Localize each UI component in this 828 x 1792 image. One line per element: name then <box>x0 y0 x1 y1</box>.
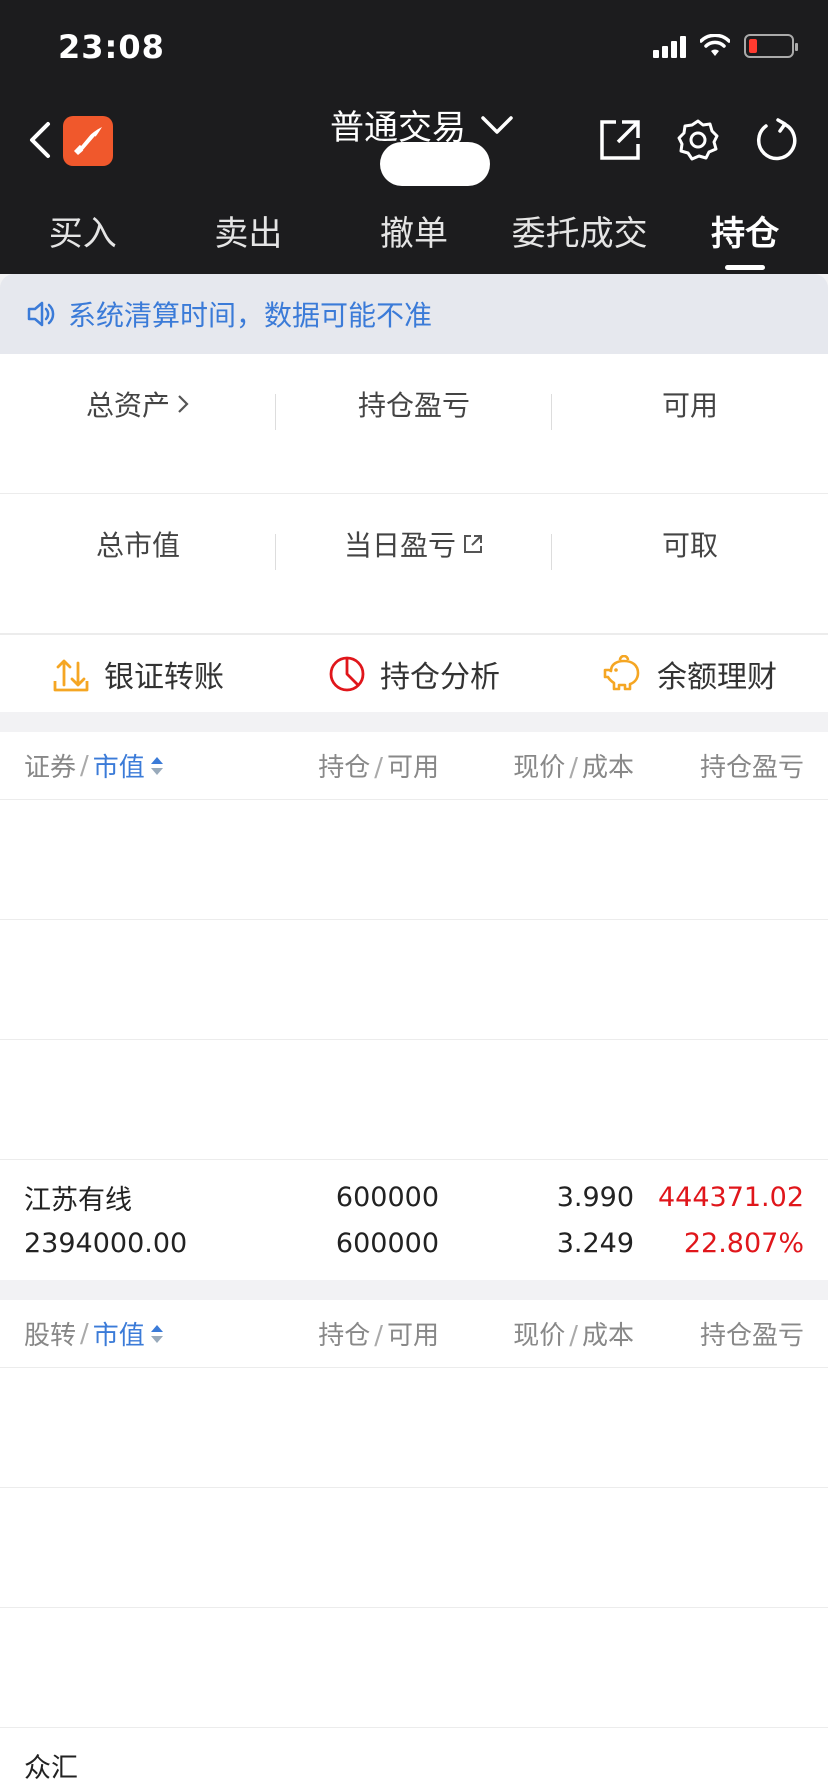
tab-buy[interactable]: 买入 <box>0 200 166 274</box>
stock-name-partial: 众汇 <box>24 1752 78 1784</box>
top-bar: 23:08 普通交易 买入 卖出 撤单 委托成交 持仓 <box>0 0 828 274</box>
header-hold: 持仓 <box>318 753 371 783</box>
external-link-icon <box>464 535 482 553</box>
header-pl: 持仓盈亏 <box>699 1321 804 1351</box>
speaker-icon <box>27 301 55 327</box>
sort-market-value-transfer[interactable]: 市值 <box>93 1315 145 1352</box>
back-arrow-icon[interactable] <box>24 118 56 162</box>
summary-row-1: 总资产 持仓盈亏 可用 <box>0 354 828 494</box>
table-row-redacted-5[interactable] <box>0 1488 828 1608</box>
account-summary: 总资产 持仓盈亏 可用 总市值 当日盈亏 可取 <box>0 354 828 634</box>
header-pl: 持仓盈亏 <box>699 753 804 783</box>
header-cost: 成本 <box>581 753 634 783</box>
quick-actions: 银证转账 持仓分析 余额理财 <box>0 634 828 712</box>
withdrawable: 可取 <box>552 494 828 633</box>
chevron-down-icon <box>481 115 513 134</box>
header-transfer: 股转 <box>24 1321 77 1351</box>
transfer-arrows-icon <box>53 659 89 691</box>
header-securities: 证券 <box>24 753 77 783</box>
refresh-icon[interactable] <box>752 116 800 164</box>
stock-cost: 3.249 <box>556 1227 634 1259</box>
piggy-bank-icon <box>603 654 640 690</box>
position-analysis-label: 持仓分析 <box>380 659 500 695</box>
table-row-redacted-2[interactable] <box>0 920 828 1040</box>
position-analysis-button[interactable]: 持仓分析 <box>276 652 552 696</box>
day-pl[interactable]: 当日盈亏 <box>276 494 552 633</box>
stock-hold: 600000 <box>335 1181 439 1213</box>
securities-holdings: 证券 / 市值 持仓 / 可用 现价 / 成本 持仓盈亏 江苏有线 600000 3.9 <box>0 732 828 1294</box>
stock-pl: 444371.02 <box>657 1181 804 1213</box>
available-label: 可用 <box>661 389 718 422</box>
trade-tabs: 买入 卖出 撤单 委托成交 持仓 <box>0 200 828 274</box>
stock-market-value: 2394000.00 <box>24 1227 188 1259</box>
transfer-table-header: 股转 / 市值 持仓 / 可用 现价 / 成本 持仓盈亏 <box>0 1300 828 1368</box>
tab-cancel[interactable]: 撤单 <box>331 200 497 274</box>
redacted-account <box>380 142 490 186</box>
header-hold: 持仓 <box>318 1321 371 1351</box>
header-price: 现价 <box>513 1321 566 1351</box>
balance-wealth-button[interactable]: 余额理财 <box>552 652 828 696</box>
share-icon[interactable] <box>596 116 644 164</box>
position-pl-label: 持仓盈亏 <box>357 389 470 422</box>
tab-sell[interactable]: 卖出 <box>166 200 332 274</box>
total-assets[interactable]: 总资产 <box>0 354 276 493</box>
chevron-right-icon <box>178 395 189 413</box>
status-indicators <box>653 34 798 58</box>
day-pl-value <box>276 590 552 620</box>
table-row-redacted-4[interactable] <box>0 1368 828 1488</box>
stock-name: 江苏有线 <box>24 1184 132 1216</box>
header-price: 现价 <box>513 753 566 783</box>
available: 可用 <box>552 354 828 493</box>
battery-icon <box>744 34 798 58</box>
stock-price: 3.990 <box>556 1181 634 1213</box>
cellular-signal-icon <box>653 34 686 58</box>
stock-pl-pct: 22.807% <box>683 1227 804 1259</box>
withdrawable-label: 可取 <box>661 529 718 562</box>
sort-arrows-icon[interactable] <box>149 755 165 777</box>
nav-actions <box>596 116 800 164</box>
tab-orders[interactable]: 委托成交 <box>497 200 663 274</box>
sort-arrows-icon[interactable] <box>149 1323 165 1345</box>
summary-row-2: 总市值 当日盈亏 可取 <box>0 494 828 634</box>
notice-text: 系统清算时间，数据可能不准 <box>68 299 433 332</box>
total-assets-label: 总资产 <box>85 389 170 422</box>
market-value: 总市值 <box>0 494 276 633</box>
market-value-value <box>0 590 276 620</box>
tab-positions[interactable]: 持仓 <box>662 200 828 274</box>
day-pl-label: 当日盈亏 <box>343 529 456 562</box>
position-pl-value <box>276 450 552 480</box>
status-time: 23:08 <box>58 28 165 66</box>
transfer-holdings: 股转 / 市值 持仓 / 可用 现价 / 成本 持仓盈亏 众汇 <box>0 1300 828 1792</box>
app-logo-icon <box>63 116 113 166</box>
system-notice: 系统清算时间，数据可能不准 <box>0 274 828 354</box>
table-row-partial[interactable]: 众汇 <box>0 1742 828 1792</box>
table-row-redacted-3[interactable] <box>0 1040 828 1160</box>
bank-transfer-label: 银证转账 <box>104 659 224 695</box>
position-pl: 持仓盈亏 <box>276 354 552 493</box>
total-assets-value <box>0 450 276 480</box>
market-value-label: 总市值 <box>95 529 180 562</box>
header-avail: 可用 <box>386 753 439 783</box>
bank-transfer-button[interactable]: 银证转账 <box>0 652 276 696</box>
balance-wealth-label: 余额理财 <box>657 659 777 695</box>
table-row-jiangsu-cable[interactable]: 江苏有线 600000 3.990 444371.02 2394000.00 6… <box>0 1174 828 1294</box>
pie-chart-icon <box>329 656 365 691</box>
stock-avail: 600000 <box>335 1227 439 1259</box>
table-row-redacted-1[interactable] <box>0 800 828 920</box>
wifi-icon <box>700 34 730 56</box>
sort-market-value[interactable]: 市值 <box>93 747 145 784</box>
securities-table-header: 证券 / 市值 持仓 / 可用 现价 / 成本 持仓盈亏 <box>0 732 828 800</box>
header-cost: 成本 <box>581 1321 634 1351</box>
table-row-redacted-6[interactable] <box>0 1608 828 1728</box>
gear-icon[interactable] <box>674 116 722 164</box>
withdrawable-value <box>552 590 828 620</box>
trading-app-screen: 23:08 普通交易 买入 卖出 撤单 委托成交 持仓 系统清算时间，数据可能不… <box>0 0 828 1792</box>
header-avail: 可用 <box>386 1321 439 1351</box>
available-value <box>552 450 828 480</box>
